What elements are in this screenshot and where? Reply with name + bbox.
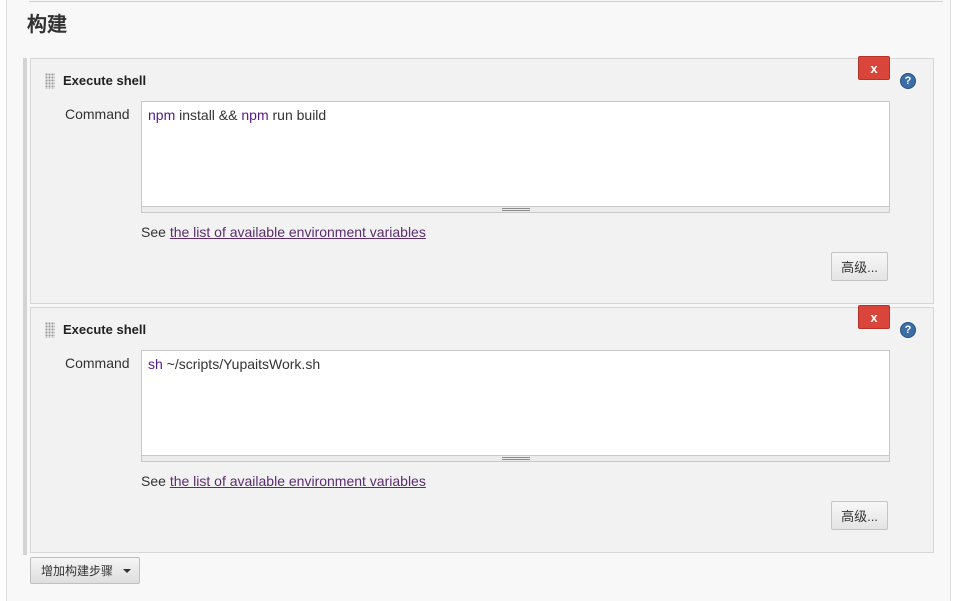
section-title: 构建 xyxy=(27,12,67,36)
command-text[interactable]: npm install && npm run build xyxy=(148,107,326,123)
env-hint: See the list of available environment va… xyxy=(141,224,426,240)
textarea-resize-handle[interactable] xyxy=(142,206,889,212)
command-text[interactable]: sh ~/scripts/YupaitsWork.sh xyxy=(148,356,320,372)
top-divider xyxy=(29,1,943,2)
advanced-button[interactable]: 高级... xyxy=(831,501,888,530)
env-variables-link[interactable]: the list of available environment variab… xyxy=(170,224,426,240)
env-variables-link[interactable]: the list of available environment variab… xyxy=(170,473,426,489)
env-hint: See the list of available environment va… xyxy=(141,473,426,489)
drag-handle-icon[interactable] xyxy=(45,73,55,89)
build-config-page: 构建 Execute shell x ? Command npm install… xyxy=(6,0,951,601)
delete-step-button[interactable]: x xyxy=(858,305,890,329)
step-title: Execute shell xyxy=(63,322,147,337)
help-icon[interactable]: ? xyxy=(900,73,916,89)
advanced-button[interactable]: 高级... xyxy=(831,252,888,281)
env-hint-prefix: See xyxy=(141,473,170,489)
resize-grip-icon xyxy=(502,457,530,460)
chevron-down-icon xyxy=(123,568,132,573)
command-textarea[interactable]: npm install && npm run build xyxy=(141,101,890,213)
command-label: Command xyxy=(65,355,130,371)
add-build-step-label: 增加构建步骤 xyxy=(41,564,114,578)
build-step: Execute shell x ? Command sh ~/scripts/Y… xyxy=(30,305,934,553)
command-keyword: npm xyxy=(148,107,176,123)
step-title: Execute shell xyxy=(63,73,147,88)
help-icon[interactable]: ? xyxy=(900,322,916,338)
drag-handle-icon[interactable] xyxy=(45,322,55,338)
command-fragment: install && xyxy=(175,107,242,123)
command-label: Command xyxy=(65,106,130,122)
command-textarea[interactable]: sh ~/scripts/YupaitsWork.sh xyxy=(141,350,890,462)
env-hint-prefix: See xyxy=(141,224,170,240)
build-steps-list: Execute shell x ? Command npm install &&… xyxy=(23,56,934,555)
command-keyword: sh xyxy=(148,356,163,372)
add-build-step-button[interactable]: 增加构建步骤 xyxy=(30,557,140,584)
command-keyword: npm xyxy=(241,107,269,123)
command-fragment: run build xyxy=(268,107,327,123)
resize-grip-icon xyxy=(502,208,530,211)
command-fragment: ~/scripts/YupaitsWork.sh xyxy=(162,356,321,372)
build-step: Execute shell x ? Command npm install &&… xyxy=(30,56,934,304)
textarea-resize-handle[interactable] xyxy=(142,455,889,461)
delete-step-button[interactable]: x xyxy=(858,56,890,80)
